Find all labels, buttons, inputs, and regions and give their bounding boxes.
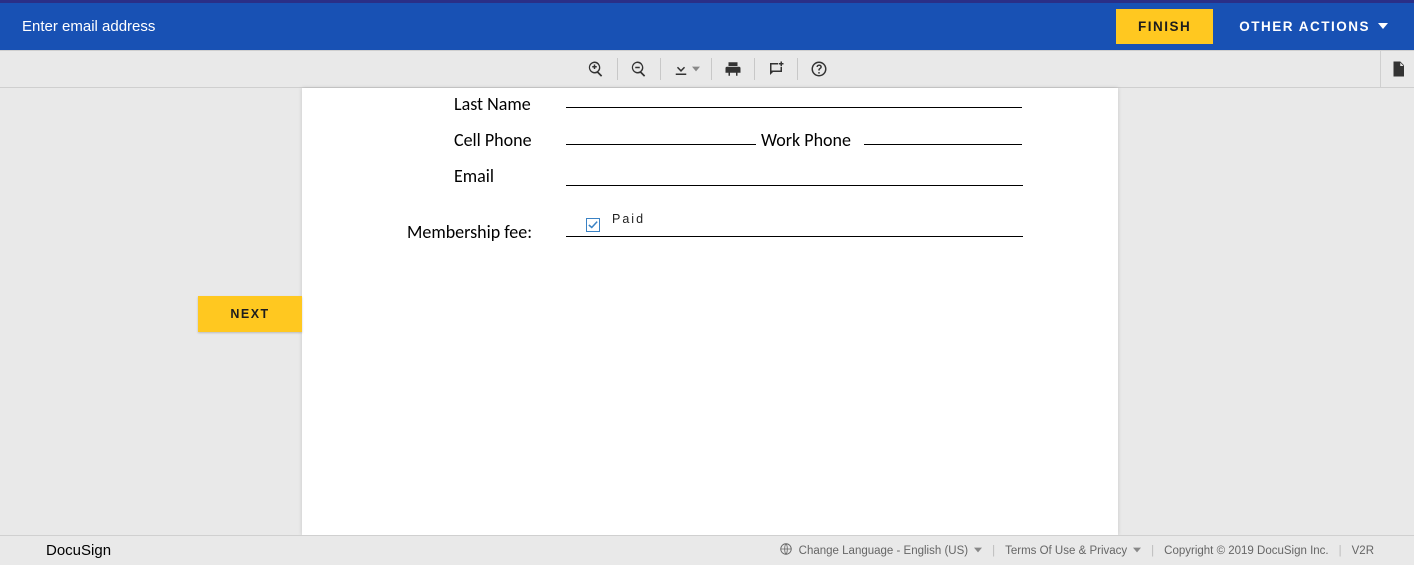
- toolbar-separator: [797, 58, 798, 80]
- document-area: Last Name Cell Phone Work Phone Email Me…: [0, 88, 1414, 535]
- version-text: V2R: [1352, 545, 1374, 557]
- language-label: Change Language - English (US): [799, 545, 968, 557]
- email-input[interactable]: [566, 166, 1023, 186]
- terms-label: Terms Of Use & Privacy: [1005, 545, 1127, 557]
- email-label: Email: [454, 165, 494, 187]
- help-button[interactable]: [802, 54, 836, 84]
- footer-separator: |: [1339, 545, 1342, 557]
- document-page: Last Name Cell Phone Work Phone Email Me…: [302, 88, 1118, 535]
- chevron-down-icon: [1133, 545, 1141, 557]
- globe-icon: [779, 542, 793, 559]
- footer: DocuSign Change Language - English (US) …: [0, 535, 1414, 565]
- other-actions-menu[interactable]: OTHER ACTIONS: [1239, 19, 1392, 34]
- paid-checkbox[interactable]: [586, 218, 600, 232]
- copyright-text: Copyright © 2019 DocuSign Inc.: [1164, 545, 1328, 557]
- footer-separator: |: [1151, 545, 1154, 557]
- zoom-in-button[interactable]: [579, 54, 613, 84]
- membership-fee-label: Membership fee:: [407, 221, 532, 243]
- paid-label: Paid: [612, 212, 645, 226]
- comment-button[interactable]: [759, 54, 793, 84]
- topbar-hint: Enter email address: [22, 18, 155, 35]
- brand-logo: DocuSign: [46, 542, 111, 559]
- toolbar-separator: [617, 58, 618, 80]
- work-phone-label: Work Phone: [761, 129, 851, 151]
- footer-right: Change Language - English (US) | Terms O…: [779, 542, 1374, 559]
- last-name-label: Last Name: [454, 93, 531, 115]
- toolbar-separator: [754, 58, 755, 80]
- cell-phone-label: Cell Phone: [454, 129, 532, 151]
- work-phone-input[interactable]: [864, 125, 1022, 145]
- other-actions-label: OTHER ACTIONS: [1239, 19, 1370, 34]
- footer-separator: |: [992, 545, 995, 557]
- toolbar-center: [579, 54, 836, 84]
- download-button[interactable]: [665, 54, 707, 84]
- toolbar-separator: [711, 58, 712, 80]
- language-selector[interactable]: Change Language - English (US): [779, 542, 982, 559]
- topbar-right: FINISH OTHER ACTIONS: [1116, 9, 1392, 44]
- chevron-down-icon: [1378, 19, 1388, 34]
- cell-phone-input[interactable]: [566, 125, 756, 145]
- last-name-input[interactable]: [566, 88, 1022, 108]
- next-button[interactable]: NEXT: [198, 296, 302, 332]
- document-toolbar: [0, 50, 1414, 88]
- terms-link[interactable]: Terms Of Use & Privacy: [1005, 545, 1141, 557]
- print-button[interactable]: [716, 54, 750, 84]
- toolbar-separator: [660, 58, 661, 80]
- finish-button[interactable]: FINISH: [1116, 9, 1213, 44]
- topbar: Enter email address FINISH OTHER ACTIONS: [0, 0, 1414, 50]
- thumbnails-button[interactable]: [1380, 51, 1414, 87]
- chevron-down-icon: [974, 545, 982, 557]
- zoom-out-button[interactable]: [622, 54, 656, 84]
